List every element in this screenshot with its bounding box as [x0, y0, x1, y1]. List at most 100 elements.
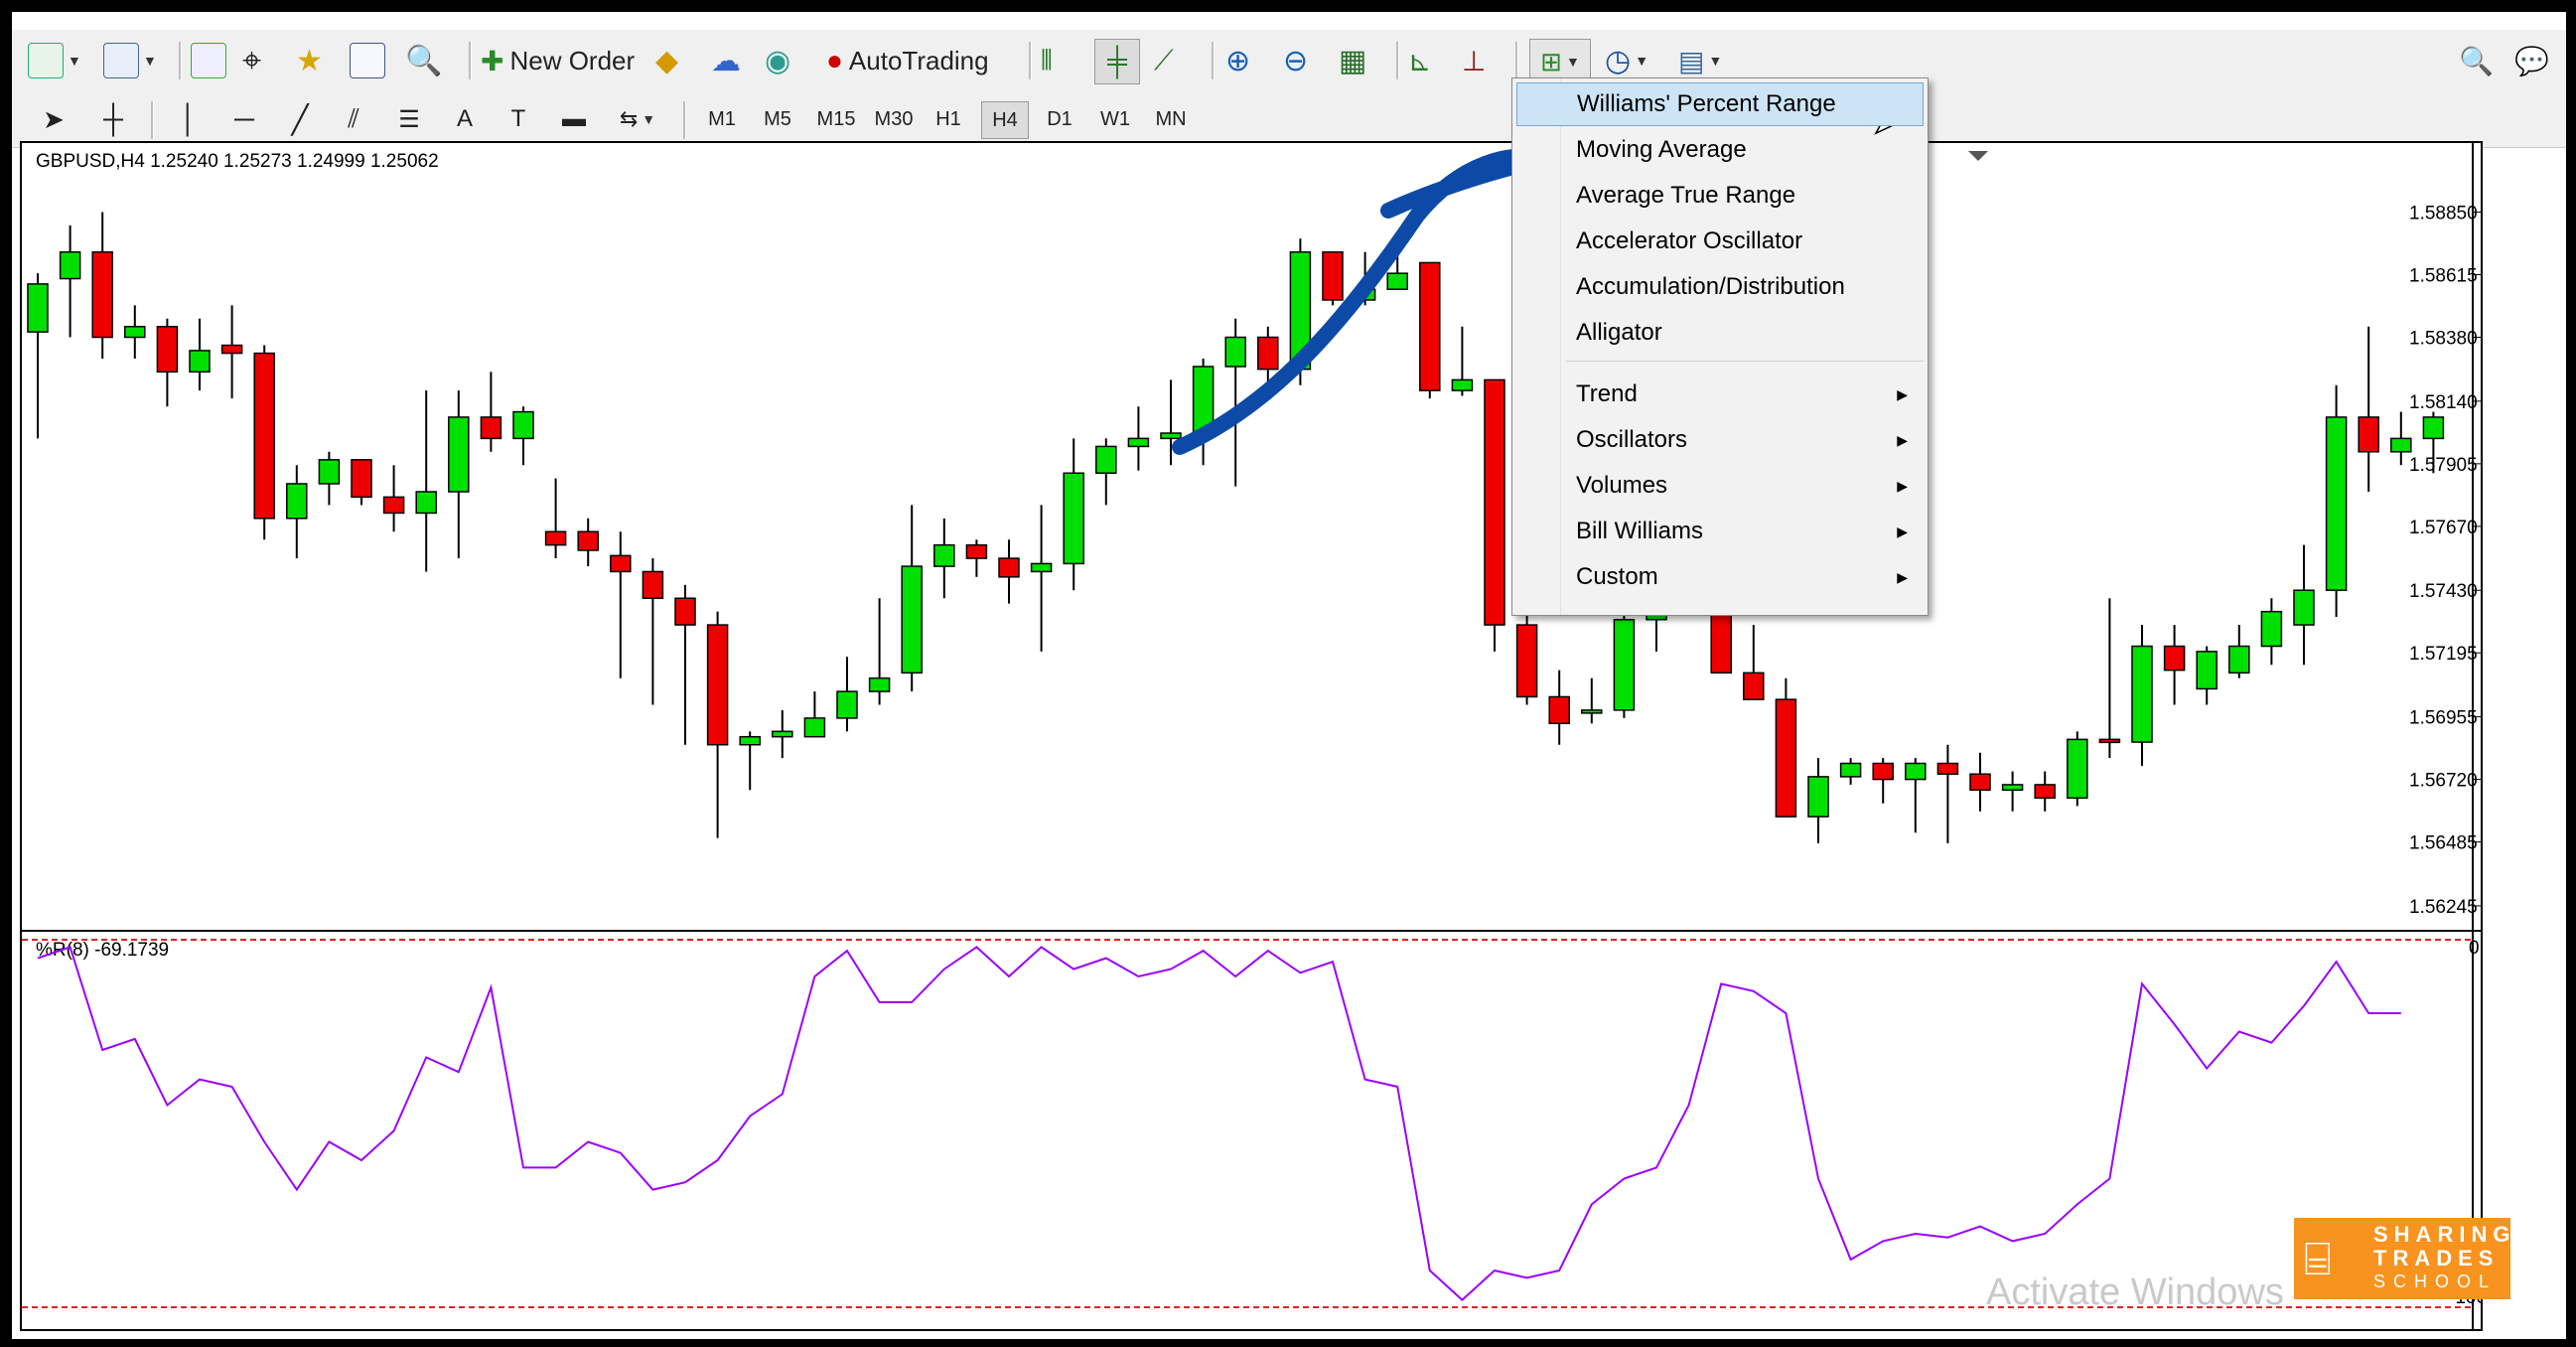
- candle: [2390, 411, 2412, 466]
- market-watch-button[interactable]: [191, 39, 226, 82]
- new-order-button[interactable]: ✚ New Order: [481, 39, 635, 82]
- shapes-button[interactable]: ▬: [552, 101, 596, 137]
- menu-item-accelerator-oscillator[interactable]: Accelerator Oscillator: [1516, 220, 1924, 263]
- williams-r-line: [37, 946, 2401, 1301]
- bear-candle-body: [965, 543, 988, 559]
- crosshair-icon: ⌖: [242, 41, 262, 79]
- market-button[interactable]: ◉: [765, 39, 790, 82]
- candle: [1030, 505, 1053, 652]
- timeframe-m5-button[interactable]: M5: [755, 101, 800, 137]
- timeframe-w1-button[interactable]: W1: [1092, 101, 1138, 137]
- menu-item-oscillators[interactable]: Oscillators ▶: [1516, 418, 1924, 462]
- periods-button[interactable]: ◷ ▼: [1605, 39, 1648, 82]
- menu-item-volumes[interactable]: Volumes ▶: [1516, 464, 1924, 508]
- candle: [998, 539, 1020, 604]
- chat-button[interactable]: 💬: [2514, 39, 2549, 82]
- crosshair-button[interactable]: ┼: [91, 101, 135, 137]
- candle: [1063, 438, 1084, 591]
- menu-item-custom[interactable]: Custom ▶: [1516, 555, 1924, 599]
- timeframe-mn-button[interactable]: MN: [1148, 101, 1194, 137]
- timeframe-m1-button[interactable]: M1: [699, 101, 745, 137]
- menu-item-trend[interactable]: Trend ▶: [1516, 373, 1924, 416]
- submenu-arrow-icon: ▶: [1897, 385, 1908, 402]
- zoom-out-icon: ⊖: [1283, 44, 1309, 77]
- vertical-line-button[interactable]: │: [167, 101, 211, 137]
- menu-item-williams-percent-range[interactable]: Williams' Percent Range: [1516, 82, 1924, 126]
- tile-windows-icon: ▦: [1339, 44, 1367, 77]
- profiles-icon: [103, 43, 139, 78]
- candle: [1807, 758, 1829, 843]
- candle: [803, 691, 826, 738]
- cursor-button[interactable]: ➤: [32, 101, 75, 137]
- bar-chart-button[interactable]: ⫴: [1041, 39, 1053, 82]
- timeframe-h4-button[interactable]: H4: [981, 101, 1029, 139]
- bull-candle-body: [2067, 738, 2088, 800]
- text-button[interactable]: A: [443, 101, 487, 137]
- candle: [1548, 670, 1570, 745]
- candle: [1289, 238, 1312, 385]
- toolbar-separator: [683, 101, 686, 139]
- new-chart-button[interactable]: ▼: [28, 39, 81, 82]
- channel-button[interactable]: ⫽: [332, 101, 375, 137]
- timeframe-m15-button[interactable]: M15: [810, 101, 862, 137]
- bull-candle-body: [1613, 618, 1636, 711]
- indicator-canvas: 0-100: [22, 932, 2481, 1329]
- market-watch-icon: [191, 43, 226, 78]
- navigator-button[interactable]: ★: [296, 39, 323, 82]
- line-chart-button[interactable]: ⟋: [1154, 39, 1174, 82]
- terminal-button[interactable]: [350, 39, 385, 82]
- signals-button[interactable]: ☁: [711, 39, 741, 82]
- zoom-out-button[interactable]: ⊖: [1283, 39, 1308, 82]
- text-label-button[interactable]: T: [497, 101, 540, 137]
- menu-item-average-true-range[interactable]: Average True Range: [1516, 174, 1924, 218]
- chart-shift-button[interactable]: ⊥: [1462, 39, 1486, 82]
- search-button[interactable]: 🔍: [2459, 39, 2494, 82]
- candlestick-chart-button[interactable]: ╪: [1094, 39, 1140, 84]
- autoscroll-button[interactable]: ⊾: [1408, 39, 1431, 82]
- candle: [1775, 677, 1797, 818]
- zoom-in-button[interactable]: ⊕: [1225, 39, 1250, 82]
- bear-candle-body: [1969, 773, 1991, 792]
- candle: [577, 518, 599, 567]
- candle: [1969, 752, 1991, 812]
- bull-candle-body: [868, 676, 891, 692]
- menu-item-bill-williams[interactable]: Bill Williams ▶: [1516, 510, 1924, 553]
- candle: [901, 505, 923, 692]
- menu-item-alligator[interactable]: Alligator: [1516, 311, 1924, 355]
- chevron-down-icon: ▼: [1565, 54, 1580, 70]
- candle: [1192, 358, 1215, 466]
- timeframe-h1-button[interactable]: H1: [926, 101, 971, 137]
- menu-item-accumulation-distribution[interactable]: Accumulation/Distribution: [1516, 265, 1924, 309]
- metaeditor-button[interactable]: ◆: [655, 39, 678, 82]
- bull-candle-body: [2228, 645, 2250, 674]
- timeframe-d1-button[interactable]: D1: [1037, 101, 1082, 137]
- bull-candle-body: [739, 735, 761, 746]
- candle: [1354, 251, 1376, 306]
- tile-windows-button[interactable]: ▦: [1339, 39, 1366, 82]
- profiles-button[interactable]: ▼: [103, 39, 157, 82]
- bear-candle-body: [1257, 336, 1279, 371]
- new-chart-icon: [28, 43, 64, 78]
- data-window-button[interactable]: ⌖: [242, 39, 261, 82]
- radar-icon: ◉: [765, 44, 791, 77]
- arrows-button[interactable]: ⇆ ▼: [608, 101, 667, 137]
- bull-candle-body: [1451, 378, 1474, 391]
- clock-icon: ◷: [1605, 44, 1632, 77]
- autotrading-label: AutoTrading: [848, 45, 989, 75]
- price-axis-label: 1.58615: [2409, 266, 2478, 287]
- autotrading-button[interactable]: ● AutoTrading: [826, 39, 989, 82]
- bull-candle-body: [2325, 416, 2348, 591]
- fibonacci-icon: ☰: [398, 105, 420, 133]
- timeframe-m30-button[interactable]: M30: [868, 101, 920, 137]
- trendline-button[interactable]: ╱: [278, 101, 322, 137]
- candle: [1322, 250, 1344, 306]
- bull-candle-body: [1386, 272, 1408, 290]
- strategy-tester-button[interactable]: 🔍: [405, 39, 442, 82]
- price-chart[interactable]: GBPUSD,H4 1.25240 1.25273 1.24999 1.2506…: [20, 141, 2483, 940]
- horizontal-line-button[interactable]: ─: [222, 101, 266, 137]
- chevron-down-icon: ▼: [68, 53, 81, 69]
- templates-button[interactable]: ▤ ▼: [1678, 39, 1722, 82]
- toolbar-separator: [469, 42, 472, 79]
- menu-item-moving-average[interactable]: Moving Average: [1516, 128, 1924, 172]
- fibonacci-button[interactable]: ☰: [387, 101, 431, 137]
